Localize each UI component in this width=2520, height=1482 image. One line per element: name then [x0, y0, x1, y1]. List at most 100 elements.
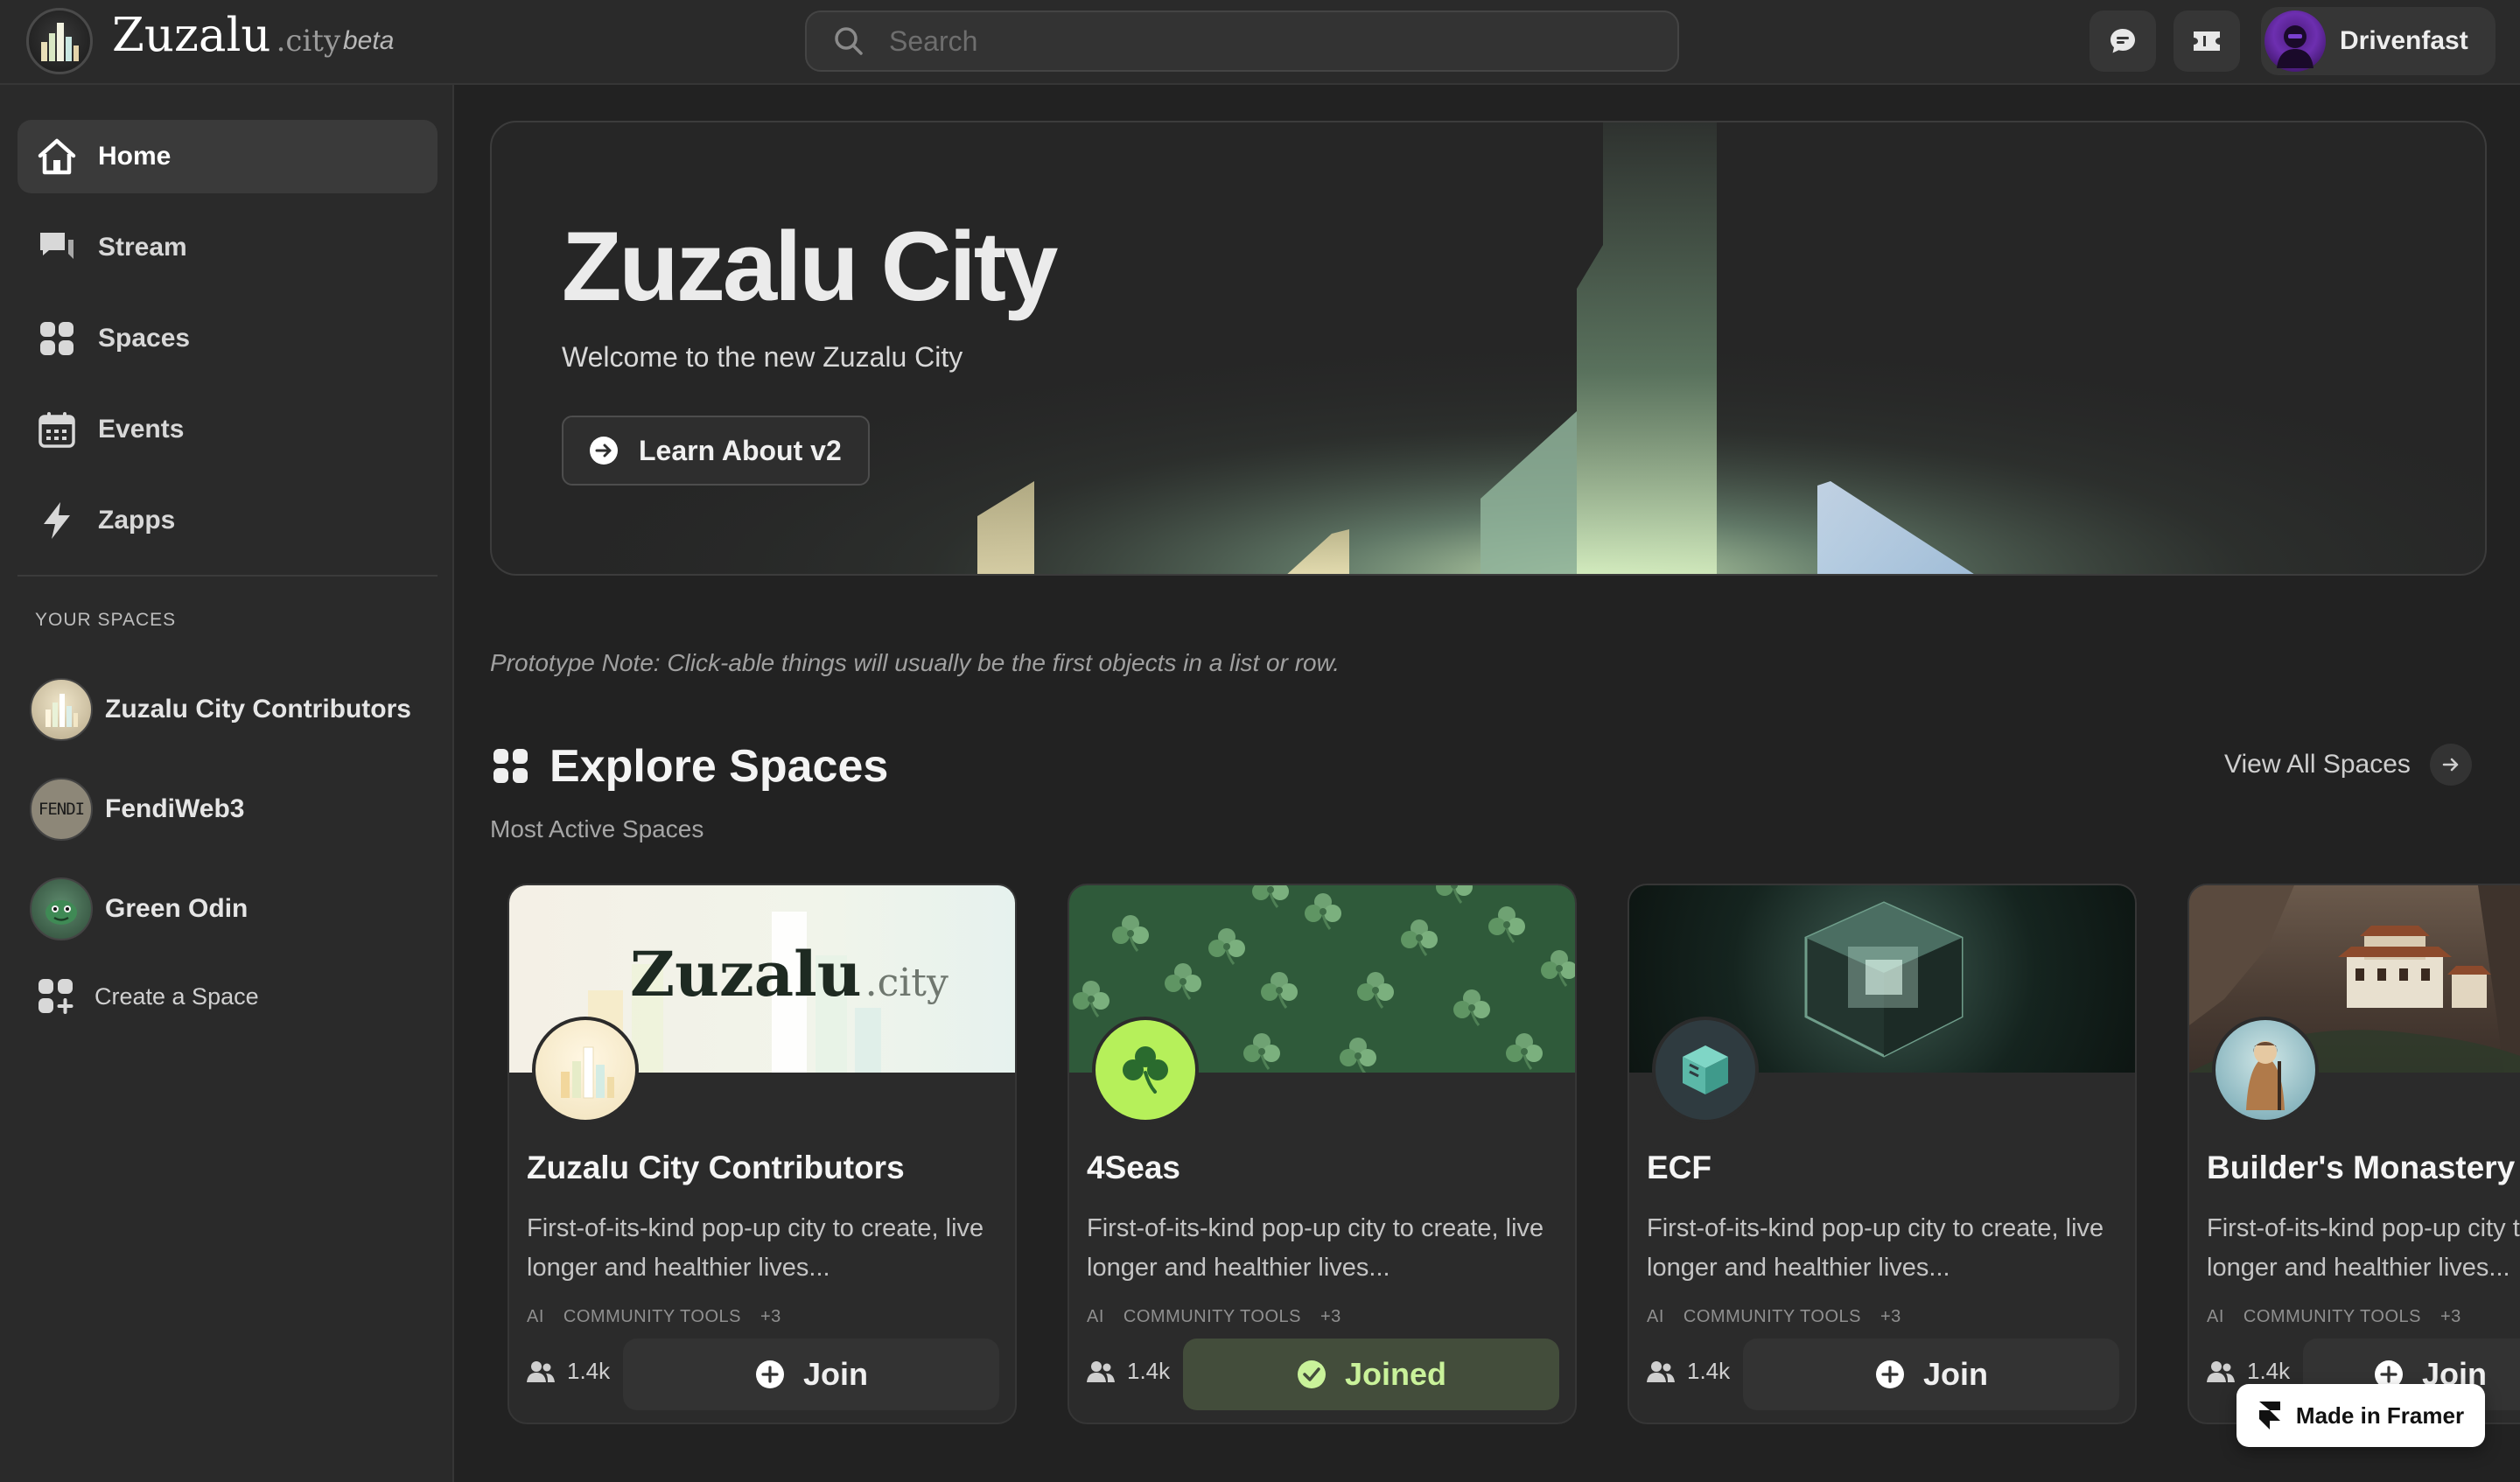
card-title: 4Seas	[1087, 1150, 1180, 1185]
joined-button[interactable]: Joined	[1183, 1339, 1559, 1410]
prototype-note: Prototype Note: Click-able things will u…	[490, 649, 1340, 676]
grid-icon	[40, 322, 74, 355]
calendar-icon	[38, 412, 75, 448]
top-bar: Zuzalu .city beta Drivenfast	[0, 0, 2520, 85]
card-tags: AI COMMUNITY TOOLS +3	[527, 1307, 801, 1327]
sidebar-divider	[18, 575, 438, 577]
grid-icon	[494, 749, 528, 783]
section-title: Explore Spaces	[550, 741, 889, 792]
sidebar-space-fendiweb3[interactable]: FENDI FendiWeb3	[30, 778, 244, 841]
member-count-label: 1.4k	[1127, 1358, 1171, 1384]
tag: COMMUNITY TOOLS	[2243, 1307, 2421, 1326]
sidebar-space-zuzalu-city-contributors[interactable]: Zuzalu City Contributors	[30, 678, 411, 741]
tickets-button[interactable]	[2174, 10, 2240, 72]
space-label: FendiWeb3	[105, 794, 245, 823]
made-in-framer-badge[interactable]: Made in Framer	[2236, 1384, 2485, 1447]
tag-more: +3	[1320, 1307, 1341, 1326]
space-card-zuzalu-city-contributors[interactable]: Zuzalu .city Zuzalu City Contributors Fi…	[508, 884, 1017, 1424]
space-card-ecf[interactable]: ECF First-of-its-kind pop-up city to cre…	[1628, 884, 2137, 1424]
member-count: 1.4k	[2207, 1358, 2290, 1385]
brand-name: Zuzalu	[112, 9, 271, 62]
users-icon	[527, 1360, 555, 1382]
space-label: Zuzalu City Contributors	[105, 695, 411, 724]
member-count-label: 1.4k	[1687, 1358, 1731, 1384]
space-card-4seas[interactable]: 4Seas First-of-its-kind pop-up city to c…	[1068, 884, 1577, 1424]
join-label: Join	[1922, 1356, 1988, 1392]
sidebar-item-zapps[interactable]: Zapps	[18, 484, 438, 557]
sidebar-item-label: Stream	[98, 233, 187, 262]
search-bar[interactable]	[805, 10, 1679, 72]
learn-about-v2-button[interactable]: Learn About v2	[562, 416, 870, 486]
create-space-label: Create a Space	[94, 982, 259, 1010]
monk-icon	[2246, 1041, 2285, 1110]
view-all-label: View All Spaces	[2224, 750, 2411, 779]
card-description: First-of-its-kind pop-up city to create,…	[527, 1214, 984, 1282]
explore-spaces-heading: Explore Spaces	[492, 740, 888, 793]
card-avatar	[1092, 1017, 1199, 1123]
arrow-right-icon	[2429, 744, 2472, 786]
space-avatar	[30, 678, 93, 741]
card-avatar	[532, 1017, 639, 1123]
sidebar-item-stream[interactable]: Stream	[18, 211, 438, 284]
lightning-icon	[44, 502, 70, 539]
card-avatar	[1652, 1017, 1759, 1123]
beta-label: beta	[343, 26, 395, 55]
tag: AI	[1647, 1307, 1664, 1326]
card-avatar	[2212, 1017, 2319, 1123]
tag-more: +3	[1880, 1307, 1901, 1326]
chat-icon	[2110, 29, 2135, 53]
card-tags: AI COMMUNITY TOOLS +3	[1087, 1307, 1361, 1327]
create-space-button[interactable]: Create a Space	[37, 977, 259, 1016]
join-label: Join	[802, 1356, 868, 1392]
space-avatar: FENDI	[30, 778, 93, 841]
ticket-icon	[2194, 31, 2220, 51]
space-card-builders-monastery[interactable]: Builder's Monastery First-of-its-kind po…	[2188, 884, 2520, 1424]
search-input[interactable]	[887, 24, 1587, 59]
chat-bubbles-icon	[40, 233, 74, 259]
clover-icon	[1123, 1046, 1168, 1094]
tag-more: +3	[760, 1307, 781, 1326]
sidebar-space-green-odin[interactable]: Green Odin	[30, 877, 248, 940]
section-subtitle: Most Active Spaces	[490, 815, 704, 842]
user-menu[interactable]: Drivenfast	[2261, 7, 2496, 75]
plus-circle-icon	[1875, 1360, 1904, 1388]
tag-more: +3	[2440, 1307, 2461, 1326]
member-count: 1.4k	[1647, 1358, 1730, 1385]
view-all-spaces-link[interactable]: View All Spaces	[2224, 744, 2472, 786]
card-title: ECF	[1647, 1150, 1712, 1185]
framer-logo-icon	[2258, 1402, 2280, 1430]
brand-wordmark[interactable]: Zuzalu .city	[112, 9, 340, 70]
your-spaces-heading: YOUR SPACES	[35, 610, 177, 630]
tag: AI	[2207, 1307, 2224, 1326]
user-avatar	[2264, 10, 2326, 72]
sidebar-item-label: Events	[98, 415, 185, 444]
users-icon	[1087, 1360, 1115, 1382]
card-banner-suffix: .city	[864, 961, 948, 1005]
sidebar-item-events[interactable]: Events	[18, 393, 438, 466]
brand-suffix: .city	[276, 24, 341, 59]
member-count-label: 1.4k	[567, 1358, 611, 1384]
users-icon	[2207, 1360, 2235, 1382]
hero-banner: Zuzalu City Welcome to the new Zuzalu Ci…	[490, 121, 2487, 576]
hero-subtitle: Welcome to the new Zuzalu City	[562, 341, 963, 373]
card-tags: AI COMMUNITY TOOLS +3	[2207, 1307, 2481, 1327]
messages-button[interactable]	[2090, 10, 2156, 72]
made-in-framer-label: Made in Framer	[2295, 1402, 2465, 1429]
join-button[interactable]: Join	[1743, 1339, 2119, 1410]
zuzalu-logo-icon[interactable]	[26, 8, 93, 74]
card-title: Zuzalu City Contributors	[527, 1150, 905, 1185]
join-button[interactable]: Join	[623, 1339, 999, 1410]
user-name: Drivenfast	[2340, 26, 2468, 55]
sidebar-item-spaces[interactable]: Spaces	[18, 302, 438, 375]
card-description: First-of-its-kind pop-up city to create,…	[1647, 1214, 2104, 1282]
sidebar-item-home[interactable]: Home	[18, 120, 438, 193]
space-label: Green Odin	[105, 894, 248, 923]
member-count: 1.4k	[1087, 1358, 1170, 1385]
plus-circle-icon	[755, 1360, 784, 1388]
member-count-label: 1.4k	[2247, 1358, 2291, 1384]
joined-label: Joined	[1344, 1356, 1446, 1392]
add-grid-icon	[38, 979, 74, 1014]
tag: AI	[1087, 1307, 1104, 1326]
card-banner-wordmark: Zuzalu	[630, 938, 862, 1010]
hero-title: Zuzalu City	[562, 212, 1058, 321]
